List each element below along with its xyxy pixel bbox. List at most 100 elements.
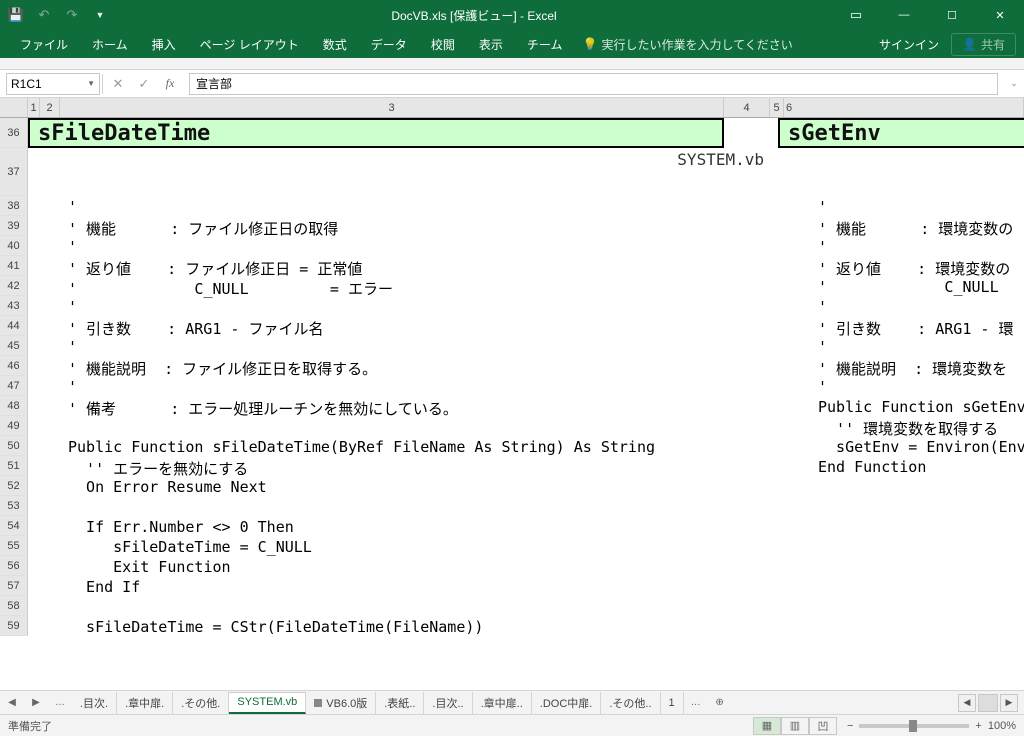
zoom-thumb[interactable] xyxy=(909,720,917,732)
code-line[interactable]: ' 返り値 : 環境変数の xyxy=(818,258,1010,279)
sheet-tab[interactable]: .その他. xyxy=(173,692,229,714)
view-layout-icon[interactable]: ▥ xyxy=(781,717,809,735)
sheet-tab[interactable]: .章中扉.. xyxy=(473,692,532,714)
tabs-more-icon[interactable]: … xyxy=(48,697,72,708)
code-line[interactable]: If Err.Number <> 0 Then xyxy=(68,518,294,536)
row-header[interactable]: 59 xyxy=(0,616,28,636)
code-line[interactable]: ' xyxy=(68,238,77,256)
tab-view[interactable]: 表示 xyxy=(467,30,515,58)
function-header-2[interactable]: sGetEnv xyxy=(778,118,1024,148)
sheet-tab[interactable]: VB6.0版 xyxy=(306,692,376,714)
code-line[interactable]: Public Function sFileDateTime(ByRef File… xyxy=(68,438,655,456)
minimize-button[interactable]: — xyxy=(880,0,928,30)
row-header[interactable]: 43 xyxy=(0,296,28,316)
tab-formula[interactable]: 数式 xyxy=(311,30,359,58)
code-line[interactable]: ' 機能 : ファイル修正日の取得 xyxy=(68,218,338,239)
row-header[interactable]: 49 xyxy=(0,416,28,436)
undo-icon[interactable]: ↶ xyxy=(36,7,52,23)
row-header[interactable]: 58 xyxy=(0,596,28,616)
code-line[interactable]: ' xyxy=(818,298,827,316)
sheet-tab[interactable]: .表紙.. xyxy=(376,692,424,714)
zoom-in-icon[interactable]: + xyxy=(975,720,981,732)
save-icon[interactable]: 💾 xyxy=(8,7,24,23)
code-line[interactable]: sGetEnv = Environ(Env) xyxy=(818,438,1024,456)
col-header-1[interactable]: 1 xyxy=(28,98,40,117)
row-header[interactable]: 45 xyxy=(0,336,28,356)
zoom-level[interactable]: 100% xyxy=(988,720,1016,732)
code-line[interactable]: ' xyxy=(68,198,77,216)
expand-formula-icon[interactable]: ⌄ xyxy=(1004,78,1024,89)
zoom-slider[interactable] xyxy=(859,724,969,728)
code-line[interactable]: ' xyxy=(68,378,77,396)
row-header[interactable]: 50 xyxy=(0,436,28,456)
code-line[interactable]: ' C_NULL = エラー xyxy=(68,278,393,299)
cancel-formula-icon[interactable]: ✕ xyxy=(105,73,131,95)
tabs-overflow-icon[interactable]: … xyxy=(684,697,708,708)
fx-icon[interactable]: fx xyxy=(157,76,183,91)
code-line[interactable]: sFileDateTime = C_NULL xyxy=(68,538,312,556)
code-line[interactable]: ' xyxy=(68,338,77,356)
view-pagebreak-icon[interactable]: 凹 xyxy=(809,717,837,735)
redo-icon[interactable]: ↷ xyxy=(64,7,80,23)
sheet-tab[interactable]: 1 xyxy=(661,692,684,714)
code-line[interactable]: ' 機能 : 環境変数の xyxy=(818,218,1013,239)
tell-me-search[interactable]: 💡実行したい作業を入力してください xyxy=(582,36,792,53)
col-header-6[interactable]: 6 xyxy=(784,98,1024,117)
code-line[interactable]: ' 引き数 : ARG1 - 環 xyxy=(818,318,1013,339)
tab-layout[interactable]: ページ レイアウト xyxy=(188,30,311,58)
row-header[interactable]: 36 xyxy=(0,118,28,148)
tabs-scroll-first-icon[interactable]: ◀ xyxy=(0,697,24,708)
qat-dropdown-icon[interactable]: ▼ xyxy=(92,7,108,23)
sheet-tab[interactable]: .章中扉. xyxy=(117,692,173,714)
tab-file[interactable]: ファイル xyxy=(8,30,80,58)
code-line[interactable]: ' 引き数 : ARG1 - ファイル名 xyxy=(68,318,323,339)
function-header-1[interactable]: sFileDateTime xyxy=(28,118,724,148)
name-box[interactable]: R1C1▼ xyxy=(6,73,100,95)
tabs-scroll-prev-icon[interactable]: ▶ xyxy=(24,697,48,708)
row-header[interactable]: 52 xyxy=(0,476,28,496)
hscroll-right-icon[interactable]: ▶ xyxy=(1000,694,1018,712)
col-header-3[interactable]: 3 xyxy=(60,98,724,117)
row-header[interactable]: 51 xyxy=(0,456,28,476)
code-line[interactable]: ' C_NULL xyxy=(818,278,999,296)
worksheet-grid[interactable]: 36 37 38 39 40 41 42 43 44 45 46 47 48 4… xyxy=(0,118,1024,690)
code-line[interactable]: ' xyxy=(818,338,827,356)
maximize-button[interactable]: ☐ xyxy=(928,0,976,30)
chevron-down-icon[interactable]: ▼ xyxy=(87,79,95,88)
code-line[interactable]: ' 備考 : エラー処理ルーチンを無効にしている。 xyxy=(68,398,458,419)
row-header[interactable]: 44 xyxy=(0,316,28,336)
formula-bar-input[interactable]: 宣言部 xyxy=(189,73,998,95)
row-header[interactable]: 37 xyxy=(0,148,28,196)
code-line[interactable]: ' 機能説明 : ファイル修正日を取得する。 xyxy=(68,358,377,379)
enter-formula-icon[interactable]: ✓ xyxy=(131,73,157,95)
share-button[interactable]: 👤共有 xyxy=(951,33,1016,56)
sheet-tab[interactable]: .その他.. xyxy=(601,692,660,714)
code-line[interactable]: ' 返り値 : ファイル修正日 = 正常値 xyxy=(68,258,362,279)
tab-home[interactable]: ホーム xyxy=(80,30,140,58)
row-header[interactable]: 54 xyxy=(0,516,28,536)
tab-data[interactable]: データ xyxy=(359,30,419,58)
tab-team[interactable]: チーム xyxy=(515,30,575,58)
code-line[interactable]: ' 機能説明 : 環境変数を xyxy=(818,358,1007,379)
hscroll-left-icon[interactable]: ◀ xyxy=(958,694,976,712)
new-sheet-icon[interactable]: ⊕ xyxy=(708,697,732,708)
sheet-tab-active[interactable]: SYSTEM.vb xyxy=(229,692,306,714)
row-header[interactable]: 56 xyxy=(0,556,28,576)
tab-review[interactable]: 校閲 xyxy=(419,30,467,58)
row-header[interactable]: 48 xyxy=(0,396,28,416)
sheet-tab[interactable]: .目次. xyxy=(72,692,117,714)
tab-insert[interactable]: 挿入 xyxy=(140,30,188,58)
zoom-out-icon[interactable]: − xyxy=(847,720,853,732)
code-line[interactable]: ' xyxy=(818,198,827,216)
code-line[interactable]: Public Function sGetEnv xyxy=(818,398,1024,416)
code-line[interactable]: ' xyxy=(818,238,827,256)
row-header[interactable]: 40 xyxy=(0,236,28,256)
col-header-5[interactable]: 5 xyxy=(770,98,784,117)
row-header[interactable]: 53 xyxy=(0,496,28,516)
col-header-2[interactable]: 2 xyxy=(40,98,60,117)
row-header[interactable]: 55 xyxy=(0,536,28,556)
signin-link[interactable]: サインイン xyxy=(879,36,939,53)
row-header[interactable]: 38 xyxy=(0,196,28,216)
hscroll-thumb[interactable] xyxy=(978,694,998,712)
code-line[interactable]: End Function xyxy=(818,458,926,476)
